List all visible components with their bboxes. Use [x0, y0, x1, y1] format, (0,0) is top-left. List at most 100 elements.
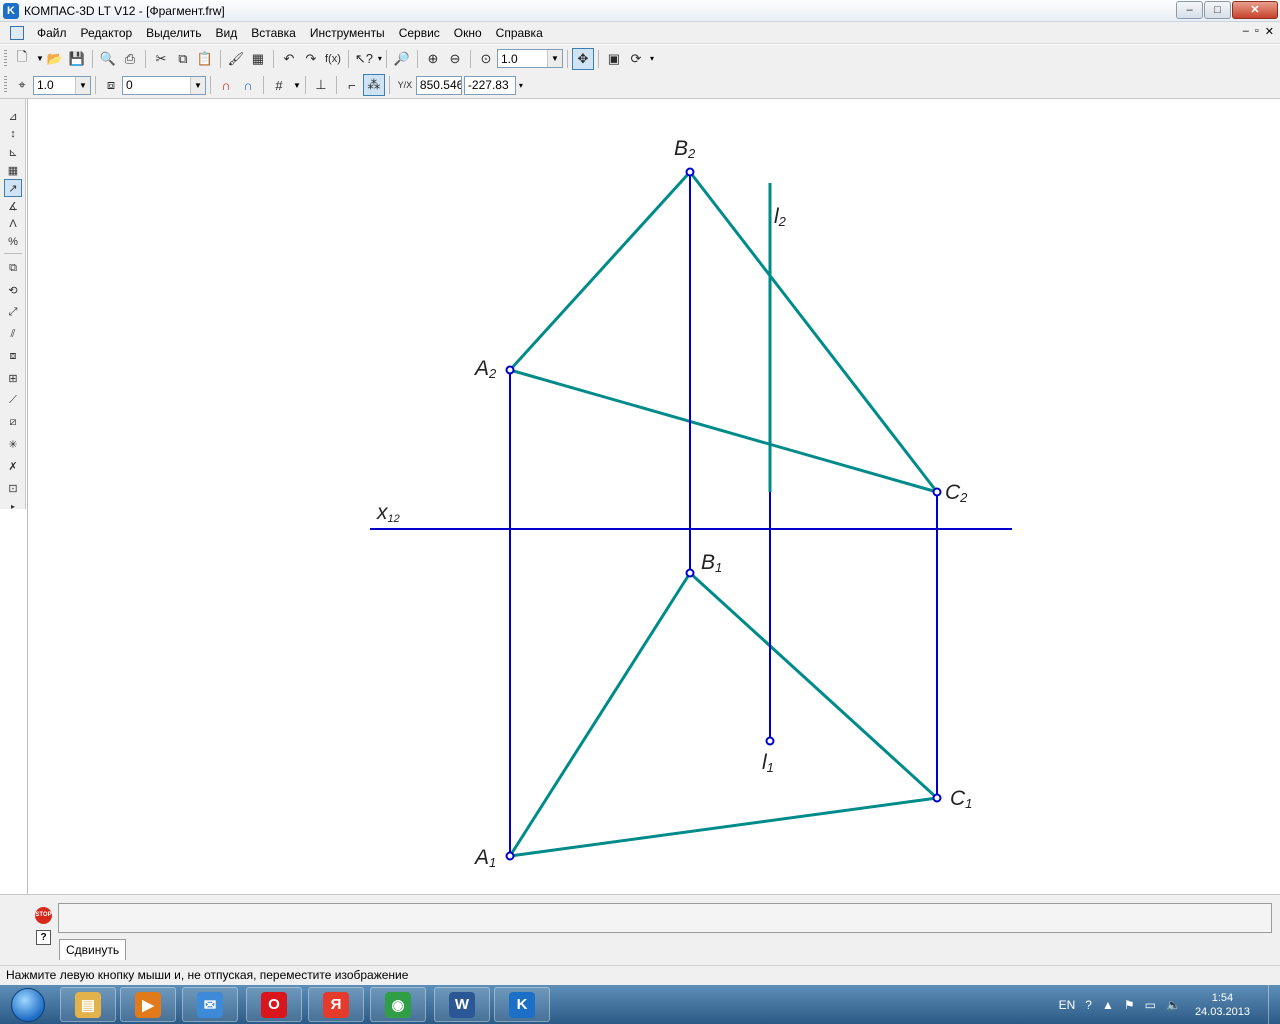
taskbar-app-word[interactable]: W — [434, 987, 490, 1022]
round-coords-icon[interactable]: ⁂ — [362, 74, 385, 96]
print-icon[interactable]: ⎙ — [119, 48, 141, 70]
drawing-canvas[interactable]: B2 l2 A2 C2 x12 B1 l1 C1 A1 — [27, 99, 1280, 894]
menu-tools[interactable]: Инструменты — [303, 22, 392, 44]
ortho-icon[interactable]: ⌐ — [341, 74, 363, 96]
properties-brush-icon[interactable]: 🖌 — [225, 48, 247, 70]
local-cs-icon[interactable]: ⊥ — [310, 74, 332, 96]
layer-combo[interactable]: 0 ▼ — [122, 75, 206, 95]
step-combo[interactable]: 1.0 ▼ — [33, 75, 91, 95]
doc-close-button[interactable]: ✕ — [1265, 25, 1274, 38]
select-icon[interactable]: Λ — [4, 215, 22, 233]
chevron-down-icon[interactable]: ▼ — [190, 76, 205, 94]
copy-objects-icon[interactable]: ⧈ — [4, 347, 22, 365]
help-tray-icon[interactable]: ? — [1085, 998, 1092, 1012]
minimize-button[interactable]: ‒ — [1176, 1, 1203, 19]
start-button[interactable] — [2, 985, 54, 1024]
cut-icon[interactable]: ✂ — [150, 48, 172, 70]
context-help-icon[interactable]: ↖? — [353, 48, 375, 70]
move-icon[interactable]: ⧉ — [4, 259, 22, 277]
zoom-window-icon[interactable]: 🔎 — [391, 48, 413, 70]
tree-icon[interactable]: ▦ — [247, 48, 269, 70]
menu-select[interactable]: Выделить — [139, 22, 208, 44]
save-icon[interactable]: 💾 — [66, 48, 88, 70]
grid-icon[interactable]: # — [268, 74, 290, 96]
taskbar-app-chrome[interactable]: ◉ — [370, 987, 426, 1022]
cursor-step-icon[interactable]: ⌖ — [11, 74, 33, 96]
close-button[interactable]: ✕ — [1232, 1, 1278, 19]
parametrization-icon[interactable]: ↗ — [4, 179, 22, 197]
paste-icon[interactable]: 📋 — [194, 48, 216, 70]
help-icon[interactable]: ? — [36, 930, 51, 945]
volume-icon[interactable]: 🔈 — [1166, 998, 1181, 1012]
menu-insert[interactable]: Вставка — [244, 22, 303, 44]
zoom-out-icon[interactable]: ⊖ — [444, 48, 466, 70]
x-coordinate-field[interactable]: 850.546 — [415, 75, 462, 95]
chevron-down-icon[interactable]: ▼ — [546, 50, 562, 67]
zoom-combo[interactable]: 1.0 ▼ — [496, 49, 563, 68]
new-document-icon[interactable]: 🗋 — [11, 48, 33, 70]
panel-expand-icon[interactable]: ▸ — [4, 497, 22, 515]
split-icon[interactable]: ✳ — [4, 435, 22, 453]
open-folder-icon[interactable]: 📂 — [44, 48, 66, 70]
refresh-view-icon[interactable]: ▣ — [603, 48, 625, 70]
kompas-logo-icon[interactable]: K — [3, 2, 19, 19]
new-dropdown-icon[interactable]: ▼ — [36, 54, 44, 63]
clock[interactable]: 1:54 24.03.2013 — [1195, 991, 1250, 1019]
taskbar-app-media[interactable]: ▶ — [120, 987, 176, 1022]
measure-icon[interactable]: ∡ — [4, 197, 22, 215]
doc-minimize-button[interactable]: – — [1243, 25, 1249, 38]
trim-icon[interactable]: ⟋ — [4, 391, 22, 409]
zoom-fit-icon[interactable]: ⊙ — [475, 48, 497, 70]
symmetry-icon[interactable]: ⫽ — [4, 325, 22, 343]
language-indicator[interactable]: EN — [1059, 998, 1076, 1012]
toolbar-grip[interactable] — [4, 49, 7, 68]
spec-icon[interactable]: % — [4, 233, 22, 251]
explode-icon[interactable]: ⊡ — [4, 479, 22, 497]
pan-icon[interactable]: ✥ — [571, 47, 594, 70]
grid-dropdown-icon[interactable]: ▼ — [293, 81, 301, 90]
snap-magnet-icon[interactable]: ∩ — [215, 74, 237, 96]
stop-command-button[interactable]: STOP — [35, 907, 52, 924]
maximize-button[interactable]: □ — [1204, 1, 1231, 19]
copy-icon[interactable]: ⧉ — [172, 48, 194, 70]
scale-icon[interactable]: ⤢ — [4, 303, 22, 321]
undo-icon[interactable]: ↶ — [278, 48, 300, 70]
drawing-svg[interactable]: B2 l2 A2 C2 x12 B1 l1 C1 A1 — [28, 99, 1280, 894]
variables-fx-icon[interactable]: f(x) — [322, 48, 344, 70]
redo-icon[interactable]: ↷ — [300, 48, 322, 70]
command-prompt-field[interactable] — [58, 903, 1272, 933]
network-icon[interactable]: ▭ — [1145, 998, 1156, 1012]
snap-settings-icon[interactable]: ∩ — [237, 74, 259, 96]
taskbar-app-explorer[interactable]: ▤ — [60, 987, 116, 1022]
break-icon[interactable]: ⧄ — [4, 413, 22, 431]
taskbar-app-yandex[interactable]: Я — [308, 987, 364, 1022]
dimensions-icon[interactable]: ↕ — [4, 125, 22, 143]
toolbar-overflow-icon[interactable]: ▾ — [378, 54, 382, 63]
designations-icon[interactable]: ⊾ — [4, 143, 22, 161]
toolbar-overflow-icon[interactable]: ▾ — [650, 54, 654, 63]
deform-icon[interactable]: ⊞ — [4, 369, 22, 387]
geometry-icon[interactable]: ⊿ — [4, 107, 22, 125]
menu-file[interactable]: Файл — [30, 22, 74, 44]
edit-grid-icon[interactable]: ▦ — [4, 161, 22, 179]
menu-view[interactable]: Вид — [209, 22, 245, 44]
chevron-down-icon[interactable]: ▼ — [75, 76, 90, 94]
show-desktop-button[interactable] — [1268, 985, 1280, 1024]
rotate-icon[interactable]: ⟲ — [4, 281, 22, 299]
print-preview-icon[interactable]: 🔍 — [97, 48, 119, 70]
menu-help[interactable]: Справка — [489, 22, 550, 44]
toolbar-overflow-icon[interactable]: ▾ — [519, 81, 523, 90]
document-icon[interactable] — [10, 25, 24, 40]
action-center-flag-icon[interactable]: ⚑ — [1124, 998, 1135, 1012]
taskbar-app-mail[interactable]: ✉ — [182, 987, 238, 1022]
doc-restore-button[interactable]: ▫ — [1255, 25, 1259, 38]
menu-window[interactable]: Окно — [447, 22, 489, 44]
toolbar-grip[interactable] — [4, 76, 7, 94]
y-coordinate-field[interactable]: -227.83 — [463, 75, 516, 95]
rebuild-icon[interactable]: ⟳ — [625, 48, 647, 70]
taskbar-app-opera[interactable]: O — [246, 987, 302, 1022]
tab-pan-command[interactable]: Сдвинуть — [59, 939, 127, 960]
zoom-in-icon[interactable]: ⊕ — [422, 48, 444, 70]
menu-service[interactable]: Сервис — [392, 22, 447, 44]
delete-part-icon[interactable]: ✗ — [4, 457, 22, 475]
